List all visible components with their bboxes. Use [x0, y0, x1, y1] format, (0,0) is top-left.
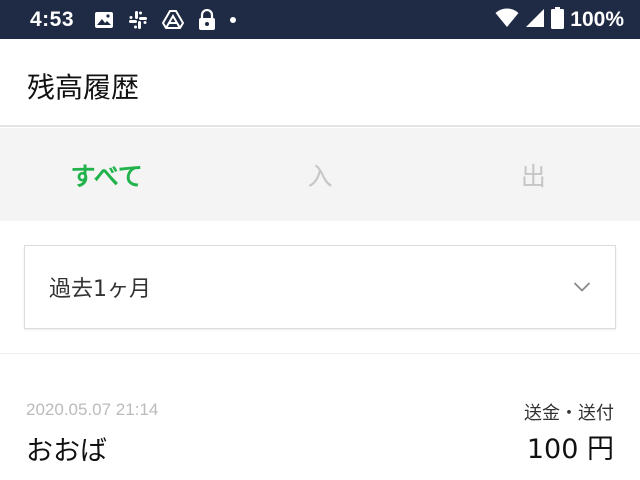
app-bar: 残高履歴 — [0, 39, 640, 127]
transaction-name: おおば — [26, 436, 107, 467]
transaction-row[interactable]: 2020.05.07 21:14 送金・送付 おおば 100 円 — [0, 385, 640, 480]
signal-icon — [525, 8, 545, 32]
image-icon — [94, 10, 114, 30]
system-icons: 100% — [495, 6, 624, 33]
wifi-icon — [495, 8, 519, 32]
status-bar: 4:53 100% — [0, 0, 640, 39]
lock-icon — [198, 8, 216, 31]
notification-icons — [94, 8, 237, 31]
battery-percentage: 100% — [570, 7, 624, 31]
page-title: 残高履歴 — [27, 71, 140, 104]
tab-incoming[interactable]: 入 — [213, 128, 426, 221]
period-dropdown[interactable]: 過去1ヶ月 — [24, 245, 616, 329]
transaction-amount: 100 円 — [526, 434, 614, 465]
battery-icon — [551, 6, 565, 33]
period-label: 過去1ヶ月 — [49, 277, 151, 302]
chevron-down-icon — [573, 281, 591, 293]
filter-tabs: すべて 入 出 — [0, 128, 640, 221]
filter-area: 過去1ヶ月 — [0, 221, 640, 354]
dot-icon — [230, 16, 237, 23]
tab-outgoing[interactable]: 出 — [427, 128, 640, 221]
transaction-date: 2020.05.07 21:14 — [26, 400, 159, 419]
tab-all[interactable]: すべて — [0, 128, 213, 221]
drive-icon — [162, 9, 185, 30]
slack-icon — [128, 10, 148, 30]
status-time: 4:53 — [30, 7, 75, 31]
transaction-type: 送金・送付 — [524, 403, 614, 424]
